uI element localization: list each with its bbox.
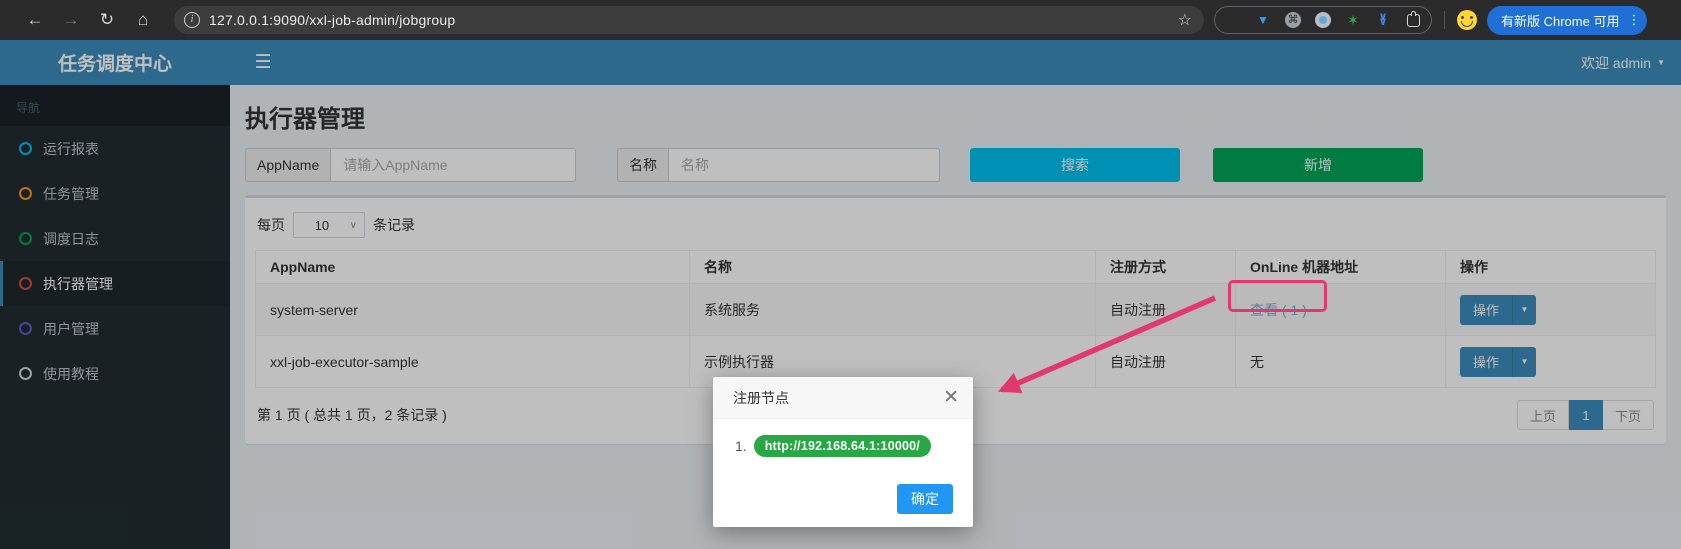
chrome-update-label: 有新版 Chrome 可用 (1501, 11, 1619, 30)
url-text[interactable]: 127.0.0.1:9090/xxl-job-admin/jobgroup (209, 12, 455, 28)
extensions-puzzle-icon[interactable] (1405, 12, 1421, 28)
chrome-update-button[interactable]: 有新版 Chrome 可用 ⋮ (1487, 6, 1647, 35)
modal-title: 注册节点 (733, 388, 943, 408)
confirm-button[interactable]: 确定 (897, 484, 953, 514)
double-chevron-icon[interactable]: ∨∨ (1375, 12, 1391, 28)
info-icon[interactable]: i (184, 12, 200, 28)
modal-body: 1. http://192.168.64.1:10000/ (713, 419, 973, 457)
reload-icon[interactable]: ↻ (94, 7, 120, 33)
kebab-menu-icon[interactable]: ⋮ (1627, 12, 1639, 28)
back-icon[interactable]: ← (22, 7, 48, 33)
node-index: 1. (735, 438, 747, 454)
home-icon[interactable]: ⌂ (130, 7, 156, 33)
record-dot-icon[interactable] (1315, 12, 1331, 28)
avatar-emoji-icon[interactable] (1457, 10, 1477, 30)
bookmark-star-icon[interactable]: ☆ (1178, 10, 1192, 30)
command-icon[interactable]: ⌘ (1285, 12, 1301, 28)
screenshot-root: ← → ↻ ⌂ i 127.0.0.1:9090/xxl-job-admin/j… (0, 0, 1681, 549)
address-bar[interactable]: i 127.0.0.1:9090/xxl-job-admin/jobgroup … (174, 6, 1204, 34)
apps-grid-icon[interactable] (1225, 12, 1241, 28)
extensions-group: ▼ ⌘ ✶ ∨∨ (1214, 6, 1432, 34)
modal-header: 注册节点 ✕ (713, 377, 973, 419)
green-star-icon[interactable]: ✶ (1345, 12, 1361, 28)
node-url-badge: http://192.168.64.1:10000/ (754, 435, 931, 457)
forward-icon[interactable]: → (58, 7, 84, 33)
annotation-arrow (950, 268, 1250, 418)
toolbar-divider (1444, 11, 1445, 29)
pin-drop-icon[interactable]: ▼ (1255, 12, 1271, 28)
browser-toolbar: ← → ↻ ⌂ i 127.0.0.1:9090/xxl-job-admin/j… (0, 0, 1681, 40)
registry-nodes-modal: 注册节点 ✕ 1. http://192.168.64.1:10000/ 确定 (713, 377, 973, 527)
